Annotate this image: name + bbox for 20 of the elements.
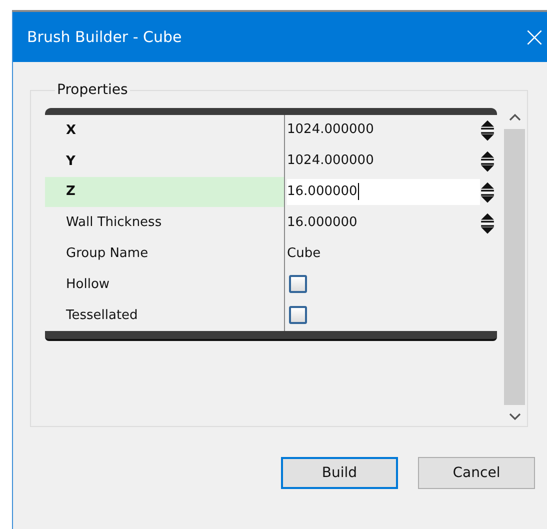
scroll-up-icon[interactable] [508, 113, 520, 121]
property-value[interactable]: 1024.000000 [287, 148, 480, 174]
checkbox[interactable] [289, 275, 307, 294]
property-name[interactable]: Z [45, 176, 285, 208]
dialog-button[interactable]: Cancel [418, 457, 535, 489]
window-title: Brush Builder - Cube [27, 28, 182, 46]
property-name[interactable]: Group Name [45, 238, 285, 269]
property-value[interactable]: Cube [287, 240, 497, 267]
scrollbar-thumb[interactable] [504, 129, 525, 405]
scroll-down-icon[interactable] [508, 413, 520, 421]
group-label: Properties [56, 82, 129, 98]
property-name[interactable]: Wall Thickness [45, 207, 285, 238]
value-input-field[interactable]: 16.000000 [287, 178, 480, 205]
property-value[interactable]: 16.000000 [287, 210, 480, 236]
property-name[interactable]: Hollow [45, 268, 285, 300]
dialog-button[interactable]: Build [281, 457, 398, 489]
property-name[interactable]: X [45, 115, 285, 146]
checkbox[interactable] [289, 306, 307, 324]
close-icon[interactable] [526, 28, 543, 46]
property-value[interactable]: 1024.000000 [287, 117, 480, 144]
